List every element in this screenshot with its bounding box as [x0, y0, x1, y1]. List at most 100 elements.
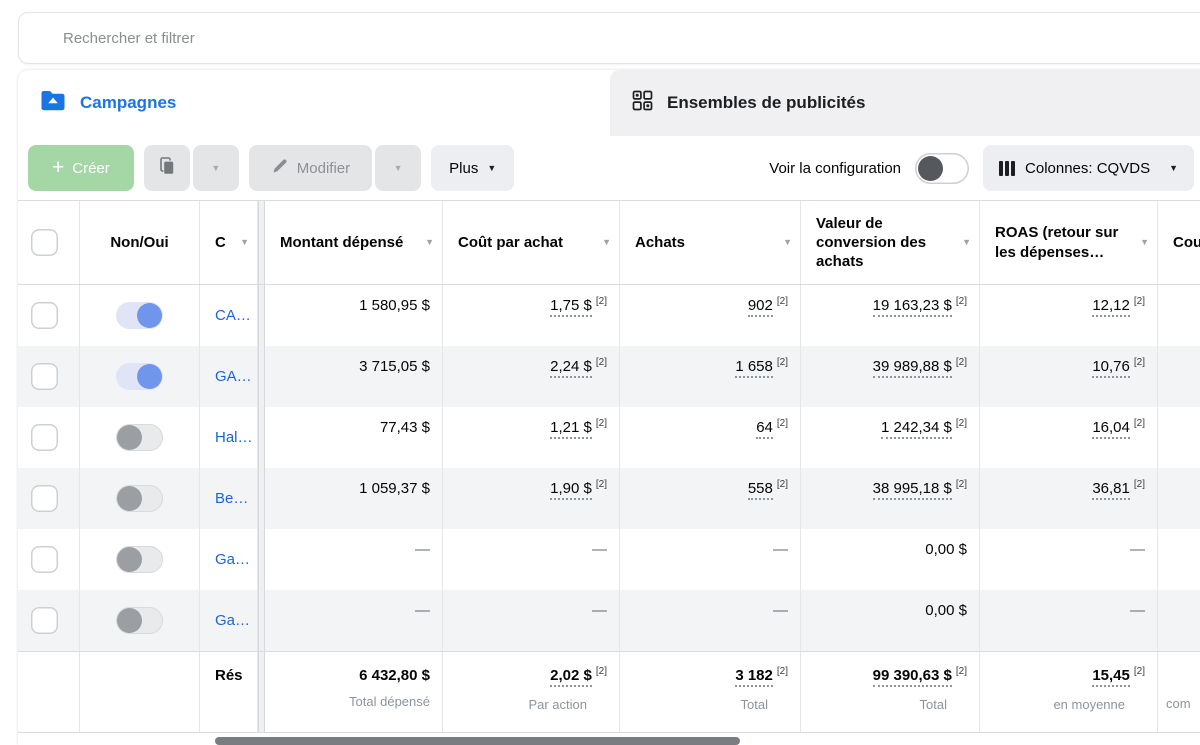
footnote-ref: [2] [596, 666, 607, 677]
horizontal-scrollbar-thumb[interactable] [215, 737, 740, 745]
campaign-active-toggle[interactable] [116, 302, 163, 329]
cell-cost-per-purchase: — [443, 590, 620, 651]
value-purchases: — [773, 541, 788, 558]
select-all-checkbox[interactable] [31, 229, 58, 256]
tab-campaigns-label: Campagnes [80, 93, 176, 113]
columns-button[interactable]: Colonnes: CQVDS ▼ [983, 145, 1194, 191]
campaign-name-link[interactable]: Ga… [215, 551, 250, 568]
campaign-row: Hal…77,43 $1,21 $[2]64[2]1 242,34 $[2]16… [18, 407, 1200, 468]
value-purchases: 558 [748, 480, 773, 500]
value-roas: — [1130, 541, 1145, 558]
tab-campaigns[interactable]: Campagnes [18, 70, 600, 136]
toolbar: + Créer ▼ [18, 136, 1200, 200]
campaign-name-link[interactable]: Ga… [215, 612, 250, 629]
campaign-active-toggle[interactable] [116, 485, 163, 512]
row-checkbox[interactable] [31, 546, 58, 573]
cell-conversion-value: 0,00 $ [801, 590, 980, 651]
campaign-active-toggle[interactable] [116, 363, 163, 390]
create-button[interactable]: + Créer [28, 145, 134, 191]
campaign-active-toggle[interactable] [116, 607, 163, 634]
cell-extra [1158, 346, 1200, 407]
campaign-row: Ga…———0,00 $— [18, 590, 1200, 651]
duplicate-dropdown-button[interactable]: ▼ [193, 145, 239, 191]
row-checkbox[interactable] [31, 607, 58, 634]
column-header-spent[interactable]: Montant dépensé ▼ [265, 201, 443, 284]
footnote-ref: [2] [596, 418, 607, 429]
column-header-conversion-value[interactable]: Valeur de conversion des achats ▼ [801, 201, 980, 284]
footnote-ref: [2] [956, 357, 967, 368]
sort-caret-icon: ▼ [783, 237, 792, 249]
value-conversion-value: 1 242,34 $ [881, 419, 952, 439]
chevron-down-icon: ▼ [394, 164, 403, 173]
campaign-active-toggle[interactable] [116, 546, 163, 573]
sort-caret-icon: ▼ [962, 237, 971, 249]
total-spent-label: Total dépensé [265, 694, 442, 709]
edit-dropdown-button[interactable]: ▼ [375, 145, 421, 191]
cell-spent: — [265, 590, 443, 651]
column-header-cost-per-purchase[interactable]: Coût par achat ▼ [443, 201, 620, 284]
toggle-knob [117, 425, 142, 450]
toggle-knob [137, 364, 162, 389]
frozen-pane-divider [258, 285, 265, 346]
value-purchases: — [773, 602, 788, 619]
cell-purchases: 64[2] [620, 407, 801, 468]
row-checkbox[interactable] [31, 485, 58, 512]
total-spent-value: 6 432,80 $ [359, 667, 430, 684]
row-checkbox[interactable] [31, 424, 58, 451]
footnote-ref: [2] [596, 296, 607, 307]
row-checkbox[interactable] [31, 302, 58, 329]
cell-purchases: 902[2] [620, 285, 801, 346]
column-header-roas[interactable]: ROAS (retour sur les dépenses… ▼ [980, 201, 1158, 284]
toggle-knob [137, 303, 162, 328]
campaign-active-toggle[interactable] [116, 424, 163, 451]
footnote-ref: [2] [1134, 357, 1145, 368]
value-spent: 1 580,95 $ [359, 297, 430, 314]
cell-roas: 12,12[2] [980, 285, 1158, 346]
campaign-name-link[interactable]: Hal… [215, 429, 253, 446]
table-body: CA…1 580,95 $1,75 $[2]902[2]19 163,23 $[… [18, 285, 1200, 651]
value-conversion-value: 39 989,88 $ [873, 358, 952, 378]
view-setup-toggle[interactable] [915, 153, 969, 184]
value-cost-per-purchase: — [592, 541, 607, 558]
frozen-pane-divider [258, 468, 265, 529]
cell-spent: 3 715,05 $ [265, 346, 443, 407]
column-header-onoff[interactable]: Non/Oui [80, 201, 200, 284]
campaign-name-link[interactable]: CA… [215, 307, 251, 324]
total-purchases-value: 3 182 [735, 667, 773, 687]
value-conversion-value: 0,00 $ [925, 602, 967, 619]
value-roas: 16,04 [1092, 419, 1130, 439]
cell-conversion-value: 1 242,34 $[2] [801, 407, 980, 468]
duplicate-button[interactable] [144, 145, 190, 191]
edit-button[interactable]: Modifier [249, 145, 372, 191]
cell-purchases: — [620, 529, 801, 590]
cell-roas: 10,76[2] [980, 346, 1158, 407]
cell-extra [1158, 590, 1200, 651]
row-checkbox[interactable] [31, 363, 58, 390]
tab-adsets[interactable]: Ensembles de publicités [610, 70, 1200, 136]
column-header-purchases[interactable]: Achats ▼ [620, 201, 801, 284]
footnote-ref: [2] [777, 479, 788, 490]
table-header-row: Non/Oui C ▼ Montant dépensé ▼ Coût par a… [18, 200, 1200, 285]
campaign-row: Ga… — — — 0,00 $ — [18, 529, 1200, 590]
value-conversion-value: 0,00 $ [925, 541, 967, 558]
column-header-campaign[interactable]: C ▼ [200, 201, 258, 284]
total-conversion-value-cell: 99 390,63 $ [2] Total [801, 652, 980, 732]
more-button[interactable]: Plus ▼ [431, 145, 514, 191]
cell-conversion-value: 19 163,23 $[2] [801, 285, 980, 346]
cell-cost-per-purchase: 1,21 $ [2] [443, 407, 620, 468]
cell-spent: — [265, 529, 443, 590]
campaign-name-link[interactable]: GA… [215, 368, 252, 385]
search-input[interactable] [19, 13, 1200, 63]
campaign-name-link[interactable]: Be… [215, 490, 248, 507]
cell-conversion-value: 39 989,88 $ [2] [801, 346, 980, 407]
frozen-pane-divider [258, 652, 265, 732]
column-header-cost[interactable]: Cou [1158, 201, 1200, 284]
frozen-pane-divider[interactable] [258, 201, 265, 284]
folder-arrow-icon [40, 90, 66, 116]
footnote-ref: [2] [1134, 479, 1145, 490]
sort-caret-icon: ▼ [1140, 237, 1149, 249]
cell-spent: 1 580,95 $ [265, 285, 443, 346]
value-spent: 1 059,37 $ [359, 480, 430, 497]
value-cost-per-purchase: 1,21 $ [550, 419, 592, 439]
total-purchases-cell: 3 182 [2] Total [620, 652, 801, 732]
